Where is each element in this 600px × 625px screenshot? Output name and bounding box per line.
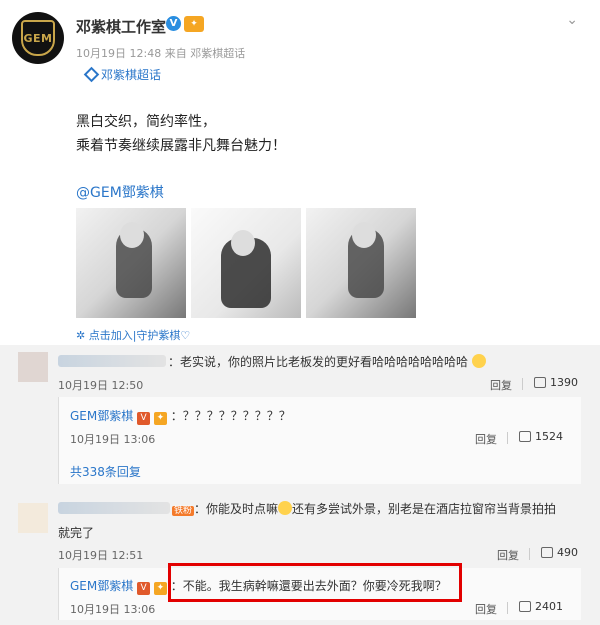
divider	[507, 432, 508, 444]
like-count: 1390	[550, 376, 578, 389]
emoji-icon	[278, 501, 293, 515]
sparkle-icon: ✲	[76, 329, 89, 342]
content-line-2: 乘着节奏继续展露非凡舞台魅力！	[76, 138, 286, 154]
post-photo-1[interactable]	[76, 208, 186, 318]
reply-button[interactable]: 回复	[497, 547, 519, 563]
divider	[529, 548, 530, 560]
topic-label: 邓紫棋超话	[101, 68, 162, 82]
more-replies-link[interactable]: 共338条回复	[70, 463, 141, 480]
topic-link[interactable]: 邓紫棋超话	[83, 66, 162, 83]
add-follow-label: 点击加入|守护紫棋♡	[88, 329, 191, 342]
post-content: 黑白交织，简约率性， 乘着节奏继续展露非凡舞台魅力！	[76, 110, 286, 158]
comment-text: 铁粉 ：你能及时点嘛 还有多尝试外景，别老是在酒店拉窗帘当背景拍拍	[172, 501, 557, 516]
reply-time: 10月19日 13:06	[70, 433, 156, 446]
highlight-box	[168, 563, 462, 602]
reply-author[interactable]: GEM鄧紫棋	[70, 579, 133, 593]
thumbs-up-icon	[541, 547, 553, 558]
like-button[interactable]: 2401	[519, 600, 563, 613]
post-time: 10月19日 12:48	[76, 47, 162, 60]
gem-logo-icon: GEM	[21, 20, 55, 56]
divider	[522, 378, 523, 390]
divider	[507, 602, 508, 614]
post-source[interactable]: 邓紫棋超话	[190, 47, 245, 60]
author-avatar[interactable]: GEM	[12, 12, 64, 64]
reply-button[interactable]: 回复	[475, 601, 497, 617]
like-count: 1524	[535, 430, 563, 443]
medal-icon: ✦	[184, 16, 204, 32]
comment-time: 10月19日 12:51	[58, 549, 144, 562]
author-name[interactable]: 邓紫棋工作室	[76, 16, 166, 37]
like-button[interactable]: 1524	[519, 430, 563, 443]
verified-v-icon: V	[166, 16, 181, 31]
post-photo-3[interactable]	[306, 208, 416, 318]
thumbs-up-icon	[519, 601, 531, 612]
comment-time: 10月19日 12:50	[58, 379, 144, 392]
source-prefix: 来自	[164, 47, 187, 60]
commenter-name[interactable]	[58, 355, 166, 367]
medal-icon: ✦	[153, 411, 167, 425]
like-button[interactable]: 490	[541, 546, 578, 559]
like-button[interactable]: 1390	[534, 376, 578, 389]
thumbs-up-icon	[519, 431, 531, 442]
commenter-avatar[interactable]	[18, 352, 48, 382]
thumbs-up-icon	[534, 377, 546, 388]
reply-line: GEM鄧紫棋 V ✦ ：？？？？？？？？？	[70, 407, 291, 425]
like-count: 490	[557, 546, 578, 559]
emoji-icon	[471, 354, 486, 368]
comment-text: ：老实说，你的照片比老板发的更好看哈哈哈哈哈哈哈哈	[168, 353, 486, 370]
commenter-name[interactable]	[58, 502, 170, 514]
post-meta: 10月19日 12:48 来自 邓紫棋超话	[76, 45, 245, 61]
comment-text-line2: 就完了	[58, 526, 95, 540]
reply-time: 10月19日 13:06	[70, 603, 156, 616]
mention-link[interactable]: @GEM鄧紫棋	[76, 182, 164, 202]
topic-diamond-icon	[83, 66, 100, 83]
reply-button[interactable]: 回复	[490, 377, 512, 393]
v-badge-icon: V	[137, 581, 151, 595]
reply-text: ：？？？？？？？？？	[170, 409, 291, 423]
add-follow-link[interactable]: ✲ 点击加入|守护紫棋♡	[76, 327, 190, 343]
fan-badge: 铁粉	[172, 506, 195, 516]
commenter-avatar[interactable]	[18, 503, 48, 533]
chevron-down-icon[interactable]: ⌄	[566, 12, 578, 28]
reply-button[interactable]: 回复	[475, 431, 497, 447]
like-count: 2401	[535, 600, 563, 613]
content-line-1: 黑白交织，简约率性，	[76, 114, 216, 130]
v-badge-icon: V	[137, 411, 151, 425]
post-photo-2[interactable]	[191, 208, 301, 318]
medal-icon: ✦	[153, 581, 167, 595]
reply-author[interactable]: GEM鄧紫棋	[70, 409, 133, 423]
